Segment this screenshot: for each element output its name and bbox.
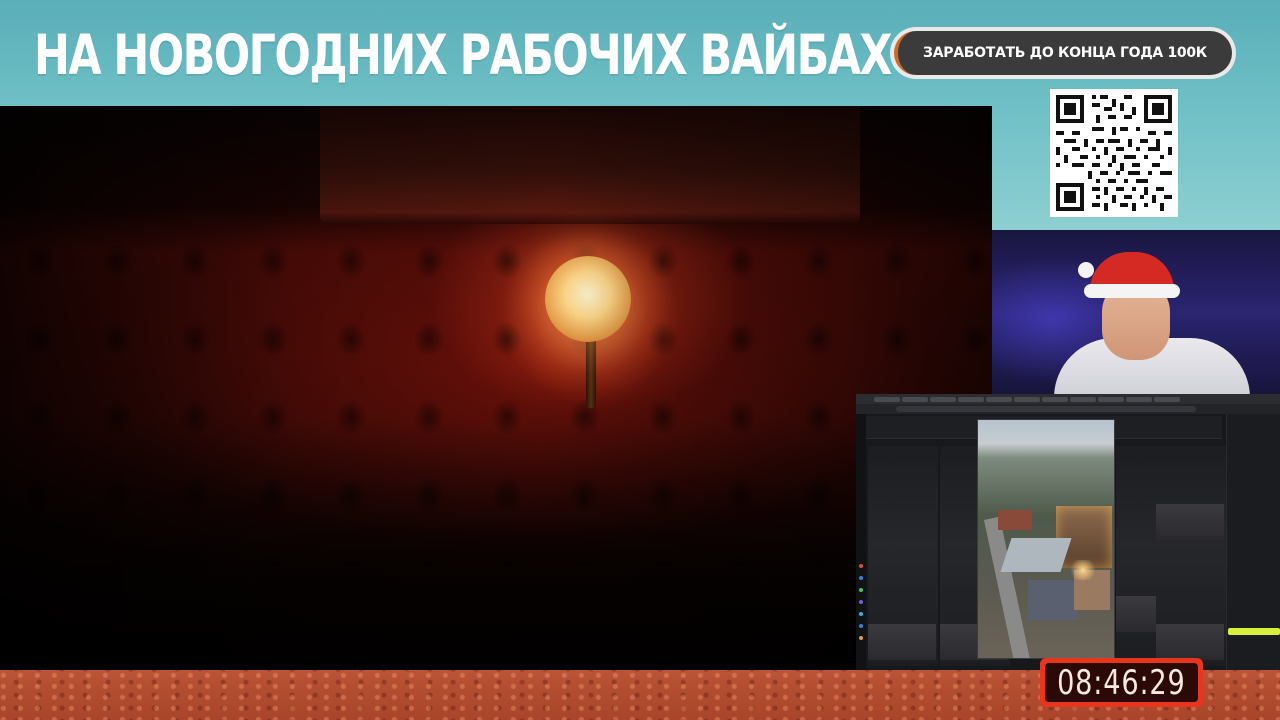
browser-tab[interactable] — [1126, 396, 1152, 402]
photo-roof — [1028, 580, 1078, 620]
browser-tab[interactable] — [958, 396, 984, 402]
rail-icon[interactable] — [859, 624, 863, 628]
aerial-photo-preview[interactable] — [977, 419, 1115, 659]
screen-share — [856, 394, 1280, 670]
photo-roof — [998, 510, 1032, 530]
image-thumbnail[interactable] — [1156, 624, 1224, 660]
webcam-feed — [992, 230, 1280, 396]
browser-tab[interactable] — [1070, 396, 1096, 402]
timer-value: 08:46:29 — [1057, 662, 1186, 703]
santa-hat-pompom — [1078, 262, 1094, 278]
browser-tab[interactable] — [1014, 396, 1040, 402]
browser-tab[interactable] — [1042, 396, 1068, 402]
browser-tab[interactable] — [1098, 396, 1124, 402]
generate-button[interactable] — [1228, 628, 1280, 635]
photo-lights — [1068, 560, 1098, 580]
app-left-rail — [856, 414, 866, 670]
goal-banner: ЗАРАБОТАТЬ ДО КОНЦА ГОДА 100К — [890, 27, 1236, 79]
scene-vignette — [0, 106, 992, 670]
browser-tab[interactable] — [874, 396, 900, 402]
image-thumbnail[interactable] — [868, 624, 936, 660]
rail-icon[interactable] — [859, 576, 863, 580]
countdown-timer: 08:46:29 — [1040, 658, 1203, 707]
browser-tab[interactable] — [1154, 396, 1180, 402]
timer-display: 08:46:29 — [1045, 663, 1198, 702]
qr-code-icon — [1050, 89, 1178, 217]
main-video-scene — [0, 106, 992, 670]
browser-tab[interactable] — [902, 396, 928, 402]
thumbnail-column — [868, 446, 938, 666]
browser-tab[interactable] — [930, 396, 956, 402]
rail-icon[interactable] — [859, 564, 863, 568]
url-field[interactable] — [896, 406, 1196, 412]
rail-icon[interactable] — [859, 612, 863, 616]
goal-banner-inner: ЗАРАБОТАТЬ ДО КОНЦА ГОДА 100К — [894, 31, 1232, 75]
rail-icon[interactable] — [859, 636, 863, 640]
browser-tab[interactable] — [986, 396, 1012, 402]
rail-icon[interactable] — [859, 600, 863, 604]
browser-tab-bar — [856, 394, 1280, 404]
stream-headline: НА НОВОГОДНИХ РАБОЧИХ ВАЙБАХ — [34, 23, 892, 87]
photo-roof — [1000, 538, 1072, 572]
qr-code-graphic — [1056, 95, 1172, 211]
rail-icon[interactable] — [859, 588, 863, 592]
thumbnail-column — [1156, 446, 1226, 666]
image-thumbnail[interactable] — [1156, 504, 1224, 540]
goal-label: ЗАРАБОТАТЬ ДО КОНЦА ГОДА 100К — [923, 45, 1207, 61]
santa-hat-trim — [1084, 284, 1180, 298]
